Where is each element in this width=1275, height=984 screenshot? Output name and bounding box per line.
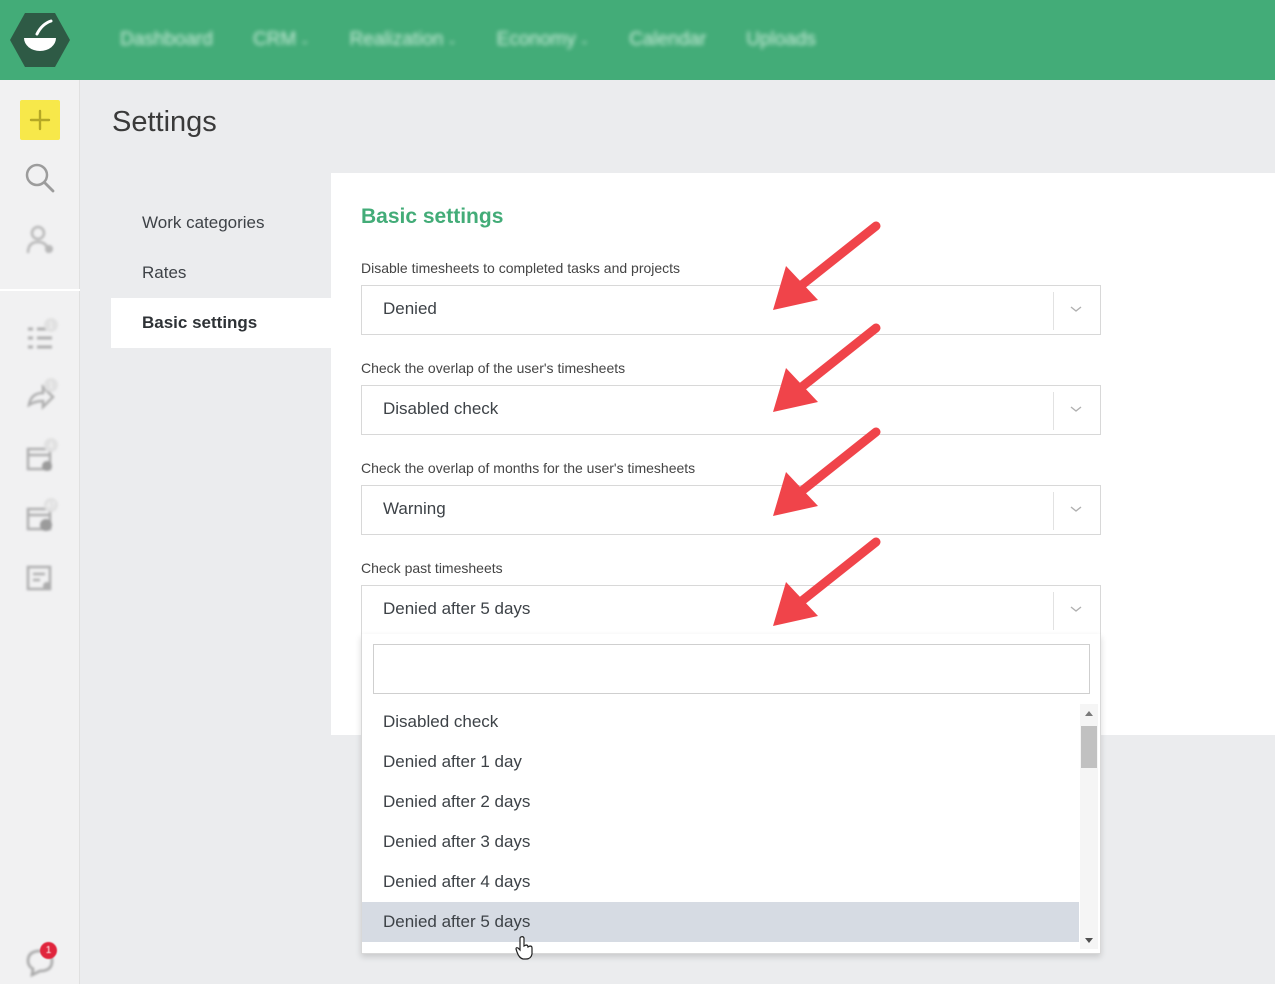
search-icon: [25, 163, 55, 193]
page-title: Settings: [112, 106, 217, 138]
nav-label: CRM: [252, 29, 297, 50]
select-divider: [1053, 392, 1054, 430]
select-disable-timesheets[interactable]: Denied: [361, 285, 1101, 335]
nav-label: Dashboard: [120, 29, 213, 50]
dropdown-scrollbar[interactable]: [1080, 704, 1098, 949]
dropdown-option[interactable]: Disabled check: [362, 702, 1079, 742]
chevron-down-icon: [1070, 606, 1082, 612]
nav-calendar[interactable]: Calendar: [629, 29, 706, 51]
scrollbar-thumb[interactable]: [1081, 726, 1097, 768]
past-timesheets-dropdown: Disabled check Denied after 1 day Denied…: [361, 634, 1101, 954]
dropdown-option[interactable]: Denied after 1 day: [362, 742, 1079, 782]
field-label-past-timesheets: Check past timesheets: [361, 560, 503, 576]
field-label-months-overlap: Check the overlap of months for the user…: [361, 460, 696, 476]
timesheets-button[interactable]: 47: [20, 498, 60, 538]
chevron-down-icon: ⌄: [300, 34, 310, 47]
submenu-item-label: Basic settings: [142, 313, 258, 332]
nav-label: Calendar: [629, 29, 707, 50]
select-months-overlap[interactable]: Warning: [361, 485, 1101, 535]
select-past-timesheets[interactable]: Denied after 5 days: [361, 585, 1101, 635]
search-button[interactable]: [20, 158, 60, 198]
add-new-button[interactable]: [20, 100, 60, 140]
dropdown-option[interactable]: Denied after 3 days: [362, 822, 1079, 862]
settings-submenu: Work categories Rates Basic settings: [111, 198, 331, 348]
share-count-badge: 1: [44, 378, 58, 392]
nav-dashboard[interactable]: Dashboard: [120, 29, 213, 51]
tasks-button[interactable]: 1: [20, 318, 60, 358]
timesheets-count-badge: 47: [44, 498, 58, 512]
dropdown-option[interactable]: Denied after 2 days: [362, 782, 1079, 822]
dropdown-search-input[interactable]: [373, 644, 1090, 694]
nav-crm[interactable]: CRM ⌄: [253, 29, 310, 51]
chevron-down-icon: ⌄: [447, 34, 457, 47]
chat-notification-badge: 1: [40, 942, 57, 959]
user-icon: [26, 225, 53, 254]
main-nav: Dashboard CRM ⌄ Realization ⌄ Economy ⌄ Cal…: [120, 0, 856, 80]
calendar-count-badge: 4: [44, 438, 58, 452]
panel-title: Basic settings: [361, 205, 504, 228]
nav-uploads[interactable]: Uploads: [746, 29, 816, 51]
select-value: Denied after 5 days: [383, 599, 531, 618]
chevron-down-icon: [1070, 506, 1082, 512]
submenu-item-label: Rates: [142, 263, 187, 282]
calendar-button[interactable]: 4: [20, 438, 60, 478]
dropdown-option[interactable]: Denied after 4 days: [362, 862, 1079, 902]
select-value: Warning: [383, 499, 446, 518]
scroll-down-icon[interactable]: [1085, 938, 1093, 943]
select-divider: [1053, 492, 1054, 530]
dropdown-option-selected[interactable]: Denied after 5 days: [362, 902, 1079, 942]
nav-label: Realization: [349, 29, 444, 50]
rail-divider: [0, 289, 80, 291]
nav-economy[interactable]: Economy ⌄: [497, 29, 589, 51]
submenu-item-label: Work categories: [142, 213, 265, 232]
nav-label: Uploads: [746, 29, 816, 50]
select-value: Denied: [383, 299, 437, 318]
nav-label: Economy: [496, 29, 576, 50]
chevron-down-icon: [1070, 406, 1082, 412]
select-value: Disabled check: [383, 399, 499, 418]
nav-realization[interactable]: Realization ⌄: [349, 29, 456, 51]
pointer-hand-icon: [515, 936, 533, 960]
user-button[interactable]: [20, 220, 60, 260]
dropdown-options-list: Disabled check Denied after 1 day Denied…: [362, 702, 1079, 942]
share-button[interactable]: 1: [20, 378, 60, 418]
chevron-down-icon: ⌄: [579, 34, 590, 47]
tasks-count-badge: 1: [44, 318, 58, 332]
plus-icon: [29, 109, 51, 131]
submenu-item-work-categories[interactable]: Work categories: [111, 198, 331, 248]
select-divider: [1053, 592, 1054, 630]
scroll-up-icon[interactable]: [1085, 711, 1093, 716]
field-label-disable-timesheets: Disable timesheets to completed tasks an…: [361, 260, 681, 276]
field-label-user-overlap: Check the overlap of the user's timeshee…: [361, 360, 626, 376]
top-navigation-bar: Dashboard CRM ⌄ Realization ⌄ Economy ⌄ Cal…: [0, 0, 1275, 80]
select-divider: [1053, 292, 1054, 330]
submenu-item-rates[interactable]: Rates: [111, 248, 331, 298]
select-user-overlap[interactable]: Disabled check: [361, 385, 1101, 435]
reports-button[interactable]: [20, 558, 60, 598]
submenu-item-basic-settings[interactable]: Basic settings: [111, 298, 331, 348]
report-icon: [26, 565, 52, 591]
left-icon-rail: 1 1 4 47: [0, 80, 80, 984]
chevron-down-icon: [1070, 306, 1082, 312]
app-logo-icon[interactable]: [10, 12, 70, 68]
